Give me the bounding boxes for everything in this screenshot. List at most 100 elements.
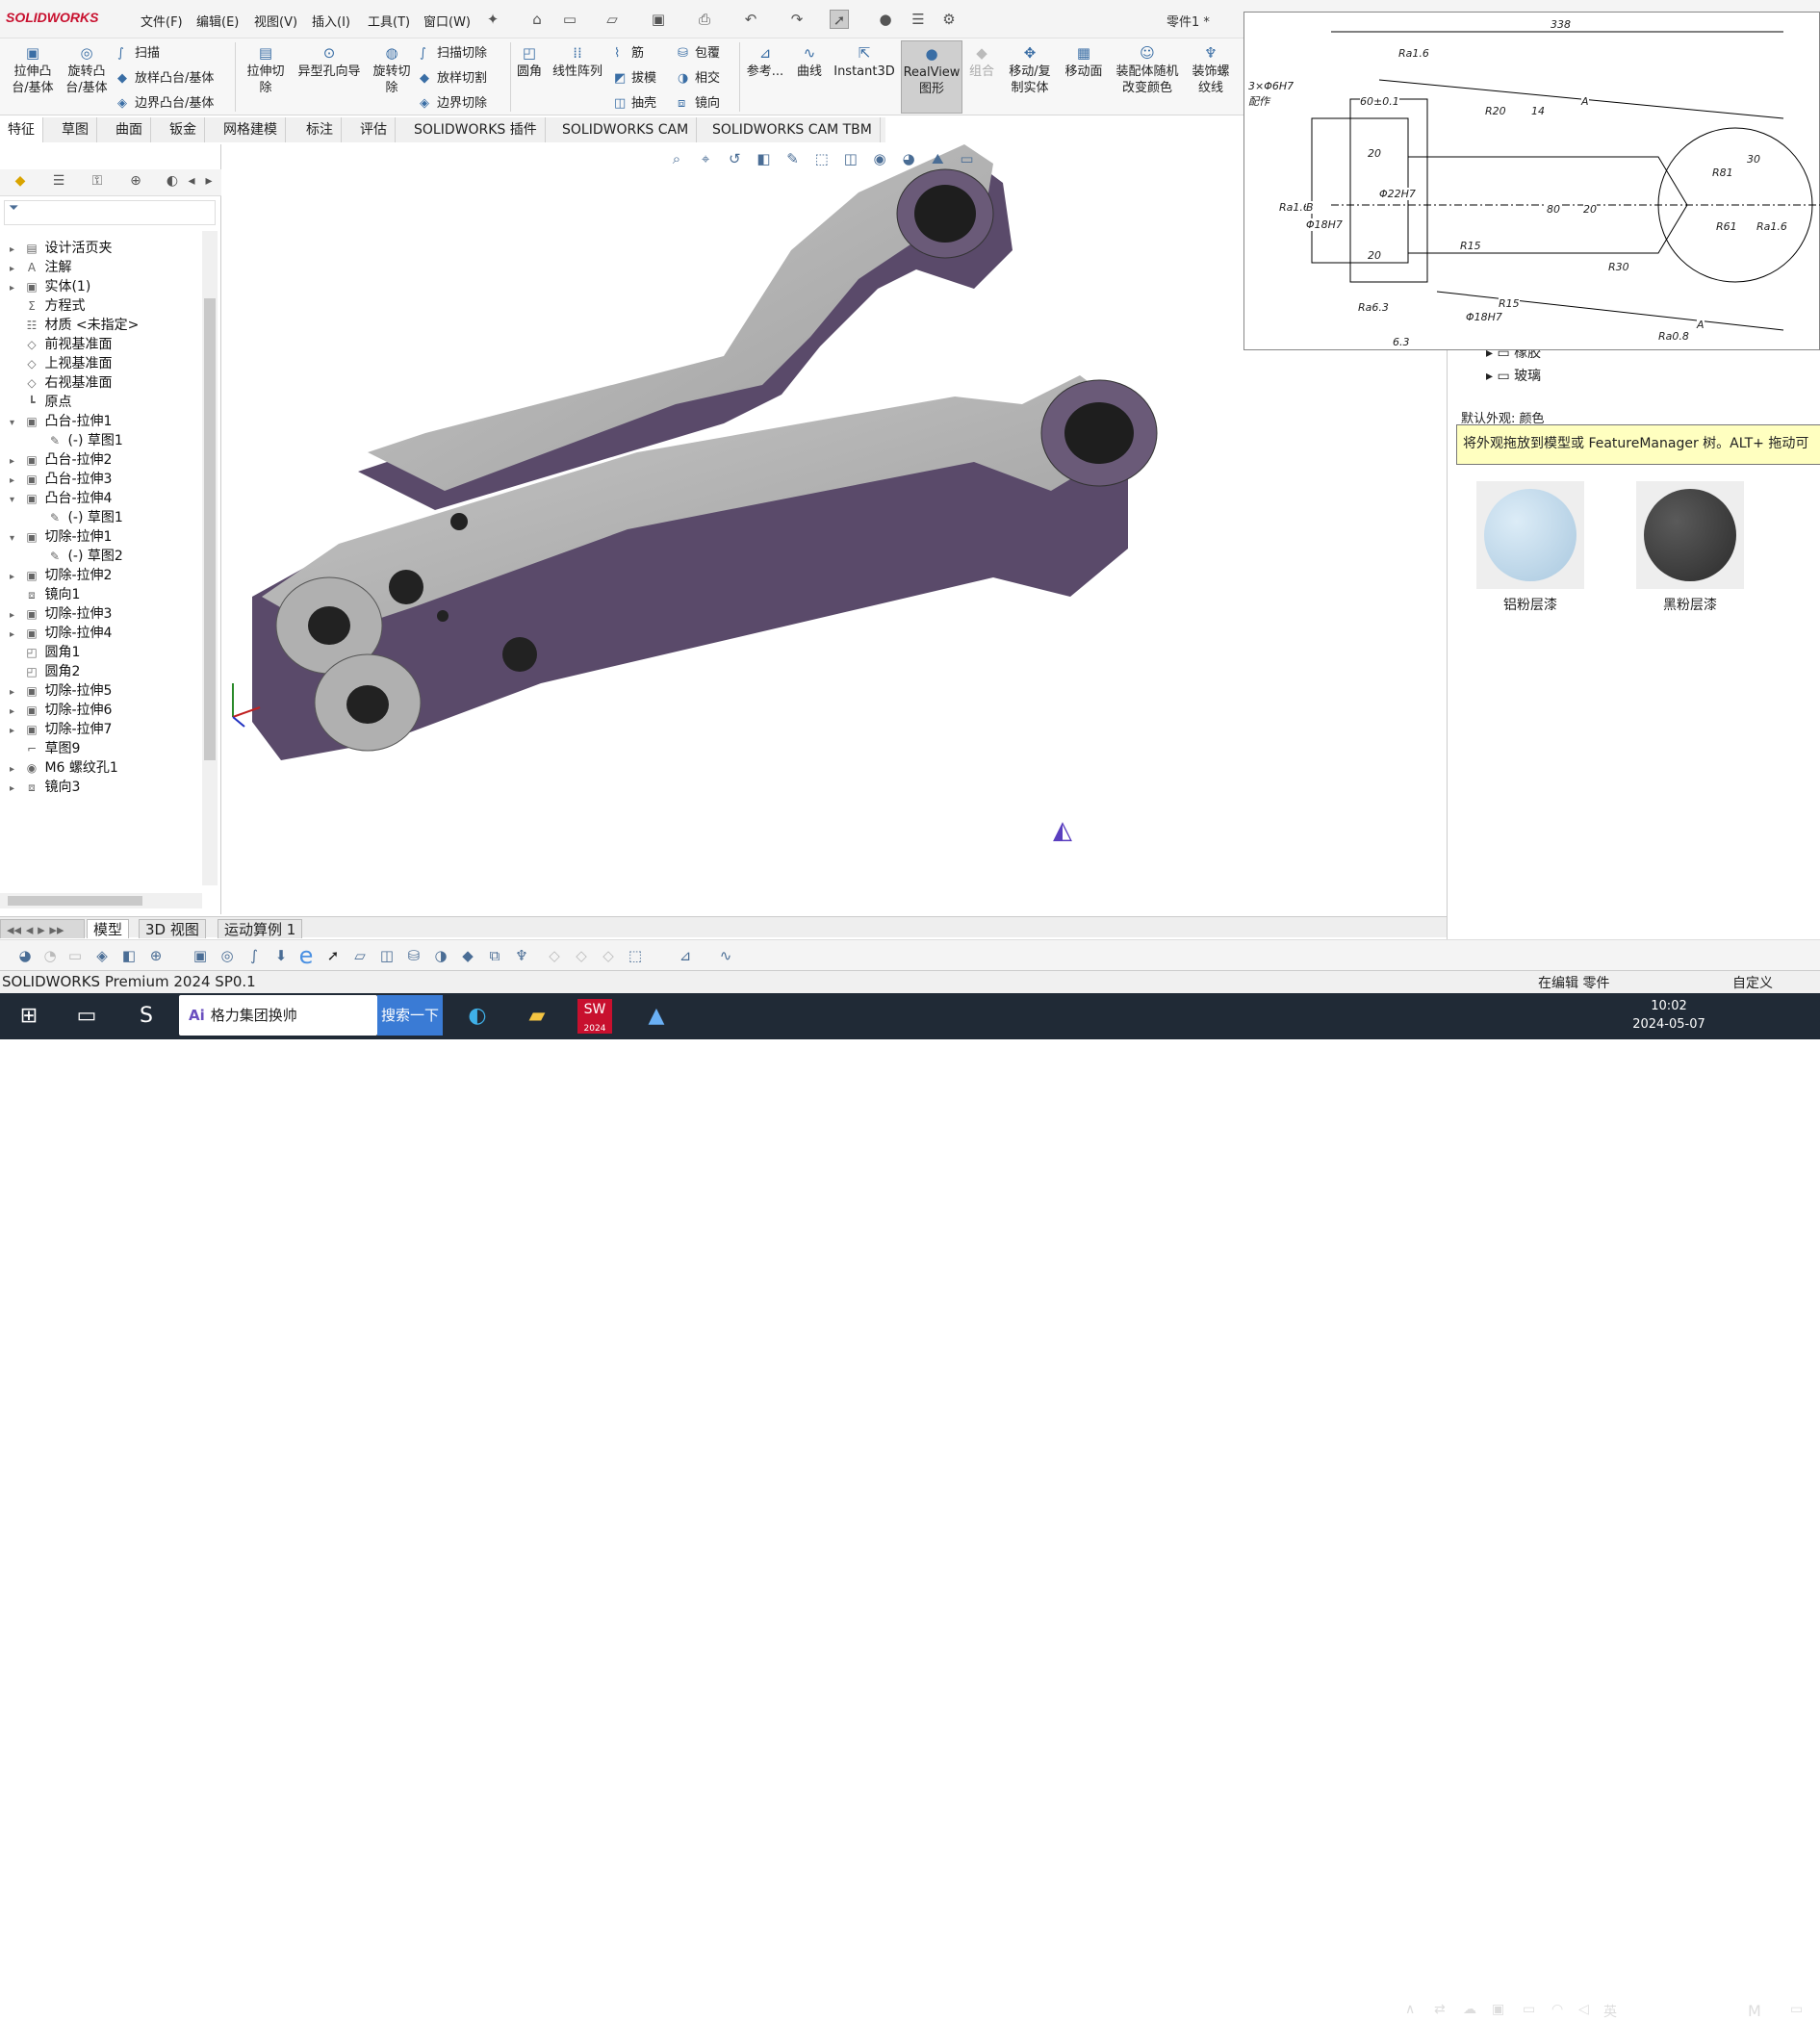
windows-start-icon[interactable]: ⊞ [12, 999, 46, 1034]
split-tool-icon[interactable]: ⧉ [485, 946, 504, 965]
tabs-right-arrow-icon[interactable]: ▸ [198, 173, 219, 192]
tab-sketch[interactable]: 草图 [54, 117, 97, 142]
tab-motion-study-1[interactable]: 运动算例 1 [218, 919, 303, 938]
plane-icon[interactable]: ▱ [350, 946, 370, 965]
menu-window[interactable]: 窗口(W) [423, 12, 471, 30]
menu-tools[interactable]: 工具(T) [368, 12, 410, 30]
boundary-cut-button[interactable]: ◈ 边界切除 [420, 92, 487, 111]
solidworks-logo[interactable]: SOLIDWORKS [6, 10, 98, 25]
new-document-icon[interactable]: ▭ [560, 10, 579, 29]
file-properties-icon[interactable]: ☰ [909, 10, 928, 29]
linear-pattern-button[interactable]: ⁞⁞ 线性阵列 [549, 44, 606, 80]
select-pointer-icon[interactable]: ➚ [830, 10, 849, 29]
edit-appearance-icon[interactable]: ◕ [896, 150, 921, 167]
tree-horizontal-scrollbar[interactable] [0, 893, 202, 908]
feature-manager-icon[interactable]: ◆ [10, 173, 31, 192]
mirror-button[interactable]: ⧈ 镜向 [678, 92, 720, 111]
tab-solidworks-cam-tbm[interactable]: SOLIDWORKS CAM TBM [705, 117, 881, 142]
expand-arrow-icon[interactable]: ▾ [10, 489, 23, 512]
view-settings-icon[interactable]: ▭ [954, 150, 979, 167]
property-manager-icon[interactable]: ☰ [48, 173, 69, 192]
volume-icon[interactable]: ◁ [1578, 2002, 1589, 2017]
sweep-button[interactable]: ∫ 扫描 [117, 42, 160, 61]
scroll-thumb[interactable] [8, 896, 142, 906]
undo-icon[interactable]: ↶ [741, 10, 760, 29]
tray-battery-icon[interactable]: ▭ [1523, 2002, 1535, 2017]
app-s-icon[interactable]: S [129, 999, 164, 1034]
tab-evaluate[interactable]: 评估 [352, 117, 396, 142]
hide-show-icon[interactable]: ◉ [867, 150, 892, 167]
revolve-cut-button[interactable]: ◍ 旋转切 除 [368, 44, 416, 96]
input-language[interactable]: 英 [1603, 2002, 1617, 2021]
configuration-manager-icon[interactable]: ⚿ [87, 173, 108, 192]
fillet-button[interactable]: ◰ 圆角 [514, 44, 545, 80]
view-orientation-icon[interactable]: ⬚ [809, 150, 834, 167]
extrude-tool-icon[interactable]: ▣ [191, 946, 210, 965]
solidworks-taskbar-icon[interactable]: SW 2024 [577, 999, 612, 1034]
dynamic-annotation-icon[interactable]: ✎ [781, 150, 806, 167]
curve-tool-icon[interactable]: ∿ [716, 946, 735, 965]
tab-model[interactable]: 模型 [87, 919, 130, 938]
open-icon[interactable]: ▱ [602, 10, 622, 29]
options-gear-icon[interactable]: ⚙ [939, 10, 959, 29]
dimxpert-manager-icon[interactable]: ⊕ [125, 173, 146, 192]
tab-3d-views[interactable]: 3D 视图 [139, 919, 206, 938]
browser-e-icon[interactable]: e [296, 944, 316, 967]
section-view-icon[interactable]: ◧ [751, 150, 776, 167]
boundary-boss-button[interactable]: ◈ 边界凸台/基体 [117, 92, 214, 111]
scroll-thumb[interactable] [204, 298, 216, 760]
tab-features[interactable]: 特征 [0, 117, 43, 142]
wrap-tool-icon[interactable]: ⛁ [404, 946, 423, 965]
edge-browser-icon[interactable]: ◐ [460, 999, 495, 1034]
reference-geometry-button[interactable]: ⊿ 参考... [743, 44, 787, 80]
shell-tool-icon[interactable]: ◫ [377, 946, 397, 965]
render-icon[interactable]: ◈ [92, 946, 112, 965]
home-icon[interactable]: ⌂ [527, 10, 547, 29]
thread-tool-icon[interactable]: ♆ [512, 946, 531, 965]
display-style-icon[interactable]: ◫ [838, 150, 863, 167]
rib-button[interactable]: ⌇ 筋 [614, 42, 644, 61]
tray-app-icon[interactable]: ⇄ [1434, 2002, 1446, 2017]
view-cube-icon[interactable]: ⬚ [626, 946, 645, 965]
task-view-icon[interactable]: ▭ [69, 999, 104, 1034]
pin-icon[interactable]: ✦ [483, 10, 502, 29]
print-icon[interactable]: ⎙ [695, 10, 714, 29]
assembly-random-color-button[interactable]: ☺ 装配体随机 改变颜色 [1111, 44, 1184, 96]
loft-cut-button[interactable]: ◆ 放样切割 [420, 67, 487, 86]
intersect-button[interactable]: ◑ 相交 [678, 67, 720, 86]
expand-arrow-icon[interactable]: ▸ [10, 778, 23, 801]
loft-button[interactable]: ◆ 放样凸台/基体 [117, 67, 214, 86]
menu-insert[interactable]: 插入(I) [312, 12, 350, 30]
wifi-icon[interactable]: ◠ [1551, 2002, 1563, 2017]
tray-app-icon[interactable]: ▣ [1492, 2002, 1504, 2017]
wrap-button[interactable]: ⛁ 包覆 [678, 42, 720, 61]
realview-button[interactable]: ● RealView 图形 [901, 40, 962, 114]
expand-arrow-icon[interactable]: ▾ [10, 412, 23, 435]
save-icon[interactable]: ▣ [649, 10, 668, 29]
display-manager-icon[interactable]: ◐ [162, 173, 183, 192]
tab-solidworks-addins[interactable]: SOLIDWORKS 插件 [406, 117, 546, 142]
instant3d-button[interactable]: ⇱ Instant3D [833, 44, 895, 80]
file-explorer-icon[interactable]: ▰ [520, 999, 554, 1034]
previous-view-icon[interactable]: ↺ [722, 150, 747, 167]
disabled-tool-icon[interactable]: ◇ [572, 946, 591, 965]
redo-icon[interactable]: ↷ [787, 10, 807, 29]
intersect-tool-icon[interactable]: ◑ [431, 946, 450, 965]
disabled-tool-icon[interactable]: ◇ [599, 946, 618, 965]
tray-m-icon[interactable]: M [1748, 2002, 1761, 2020]
move-face-button[interactable]: ▦ 移动面 [1061, 44, 1107, 80]
appearance-icon[interactable]: ◕ [15, 946, 35, 965]
combine-button[interactable]: ◆ 组合 [966, 44, 997, 80]
tab-surfaces[interactable]: 曲面 [108, 117, 151, 142]
revolve-boss-button[interactable]: ◎ 旋转凸 台/基体 [60, 44, 114, 96]
tab-navigation-arrows[interactable]: ◂◂ ◂ ▸ ▸▸ [0, 919, 85, 938]
tray-chevron-icon[interactable]: ∧ [1405, 2002, 1415, 2017]
move-copy-body-button[interactable]: ✥ 移动/复 制实体 [1001, 44, 1059, 96]
rebuild-icon[interactable]: ● [876, 10, 895, 29]
tab-solidworks-cam[interactable]: SOLIDWORKS CAM [554, 117, 698, 142]
apply-scene-icon[interactable]: ⛰ [925, 150, 950, 167]
units-custom[interactable]: 自定义 [1732, 973, 1773, 992]
taskbar-clock[interactable]: 10:02 2024-05-07 [1627, 997, 1711, 1034]
taskbar-search-box[interactable]: Ai 格力集团换帅 [179, 995, 377, 1036]
revolve-tool-icon[interactable]: ◎ [218, 946, 237, 965]
